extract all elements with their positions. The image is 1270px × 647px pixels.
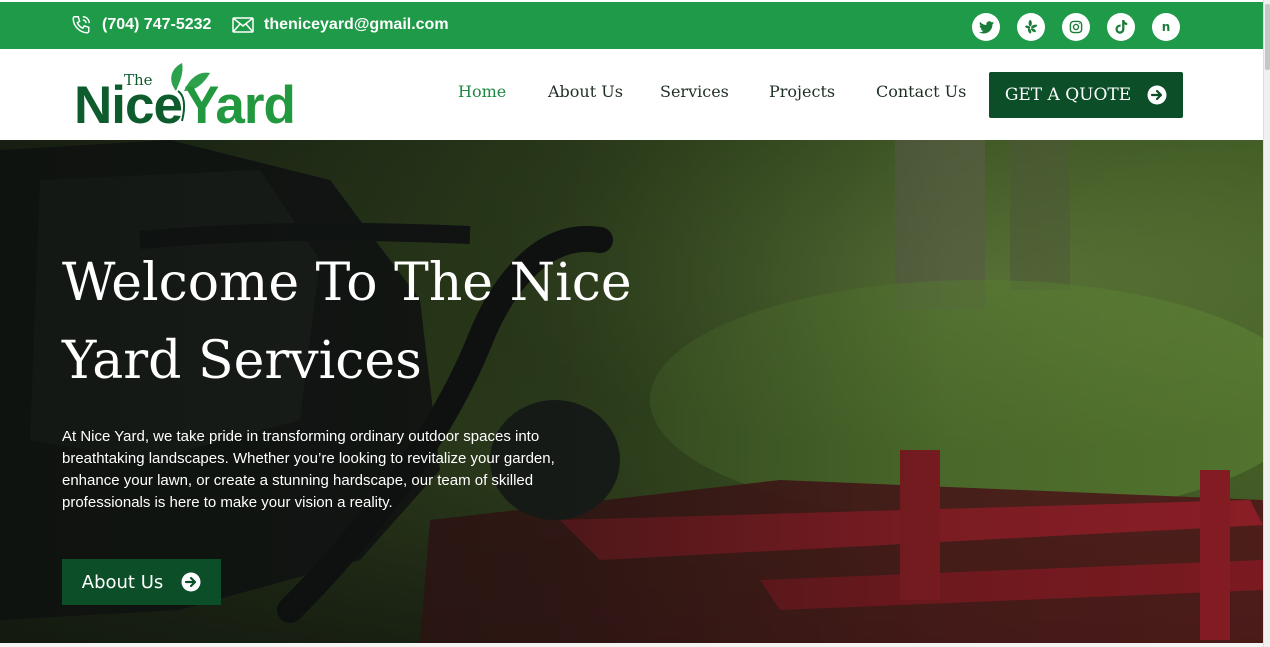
hero-section: Welcome To The Nice Yard Services At Nic… xyxy=(0,140,1263,643)
phone-icon xyxy=(72,16,90,34)
phone-link[interactable]: (704) 747-5232 xyxy=(70,12,211,38)
nav-services[interactable]: Services xyxy=(660,82,729,101)
hero-title: Welcome To The Nice Yard Services xyxy=(62,244,662,400)
about-us-button-label: About Us xyxy=(81,571,164,593)
arrow-right-circle-icon xyxy=(1147,85,1167,105)
hero-title-line-2: Yard Services xyxy=(62,331,422,391)
get-a-quote-button[interactable]: GET A QUOTE xyxy=(989,72,1183,118)
vertical-scrollbar[interactable] xyxy=(1263,0,1270,647)
nav-projects[interactable]: Projects xyxy=(769,82,835,101)
svg-text:The: The xyxy=(124,71,153,89)
hero-title-line-1: Welcome To The Nice xyxy=(62,253,632,313)
nextdoor-icon[interactable]: n xyxy=(1152,13,1180,41)
nice-yard-logo-icon: Nice The Yard xyxy=(74,63,296,135)
yelp-icon[interactable] xyxy=(1017,13,1045,41)
nav-home[interactable]: Home xyxy=(458,82,506,101)
svg-text:Yard: Yard xyxy=(184,76,295,129)
hero-description: At Nice Yard, we take pride in transform… xyxy=(62,428,555,511)
scrollbar-thumb[interactable] xyxy=(1265,4,1270,70)
main-navbar: Nice The Yard Home About Us Services Pro… xyxy=(0,49,1263,140)
instagram-icon[interactable] xyxy=(1062,13,1090,41)
phone-number: (704) 747-5232 xyxy=(102,16,212,33)
arrow-right-circle-icon xyxy=(181,572,201,592)
email-address: theniceyard@gmail.com xyxy=(264,16,449,33)
tiktok-icon[interactable] xyxy=(1107,13,1135,41)
about-us-button[interactable]: About Us xyxy=(62,559,221,605)
get-a-quote-label: GET A QUOTE xyxy=(1004,85,1132,105)
twitter-icon[interactable] xyxy=(972,13,1000,41)
social-links: n xyxy=(972,13,1180,41)
top-contact-bar: (704) 747-5232 theniceyard@gmail.com n xyxy=(0,2,1263,49)
page: (704) 747-5232 theniceyard@gmail.com n N… xyxy=(0,0,1263,647)
nav-contact-us[interactable]: Contact Us xyxy=(876,82,966,101)
envelope-icon xyxy=(232,17,254,33)
nav-about-us[interactable]: About Us xyxy=(548,82,623,101)
email-link[interactable]: theniceyard@gmail.com xyxy=(232,12,449,38)
site-logo[interactable]: Nice The Yard xyxy=(72,61,324,135)
page-bottom-edge xyxy=(0,643,1263,647)
